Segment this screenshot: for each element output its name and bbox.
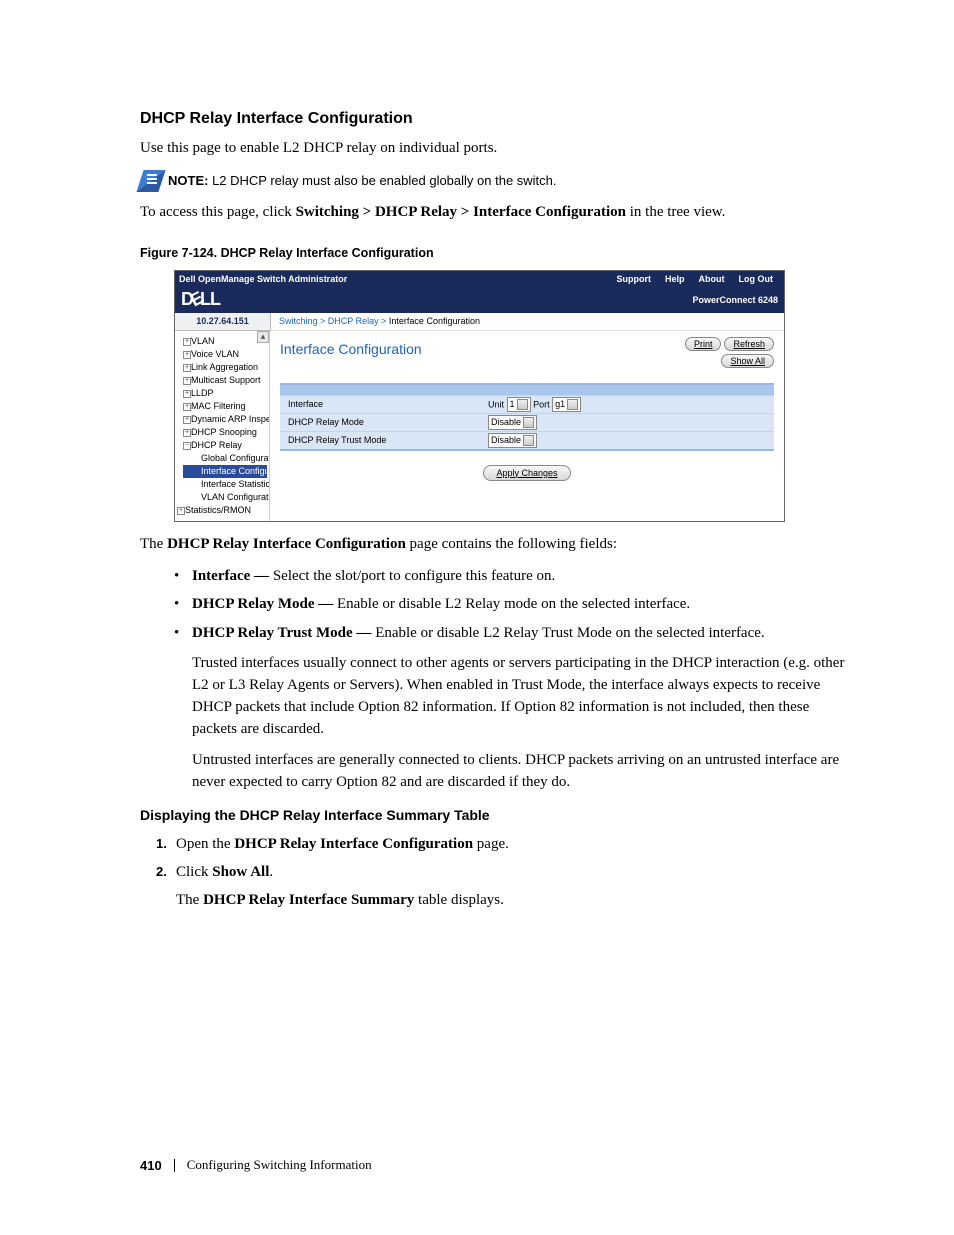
tree-multicast[interactable]: Multicast Support — [183, 374, 267, 387]
figure-caption: Figure 7-124. DHCP Relay Interface Confi… — [140, 246, 849, 260]
fields-intro: The DHCP Relay Interface Configuration p… — [140, 534, 849, 556]
tree-voice-vlan[interactable]: Voice VLAN — [183, 348, 267, 361]
trust-mode-para1: Trusted interfaces usually connect to ot… — [192, 652, 849, 741]
unit-select[interactable]: 1 — [507, 397, 531, 412]
row-interface: Interface Unit 1 Port g1 — [280, 395, 774, 413]
nav-about[interactable]: About — [692, 274, 732, 284]
step-2: Click Show All. — [156, 861, 849, 883]
nav-help[interactable]: Help — [658, 274, 692, 284]
note-block: NOTE: L2 DHCP relay must also be enabled… — [140, 170, 849, 192]
access-instruction: To access this page, click Switching > D… — [140, 202, 849, 224]
config-table: Interface Unit 1 Port g1 DHCP Relay Mode… — [280, 383, 774, 451]
tree-sub-vlan-config[interactable]: VLAN Configurati — [183, 491, 267, 504]
step-2-result: The DHCP Relay Interface Summary table d… — [176, 889, 849, 911]
logo-bar: DELL PowerConnect 6248 — [175, 287, 784, 313]
page-number: 410 — [140, 1158, 162, 1173]
dell-logo: DELL — [181, 289, 220, 310]
shot-titlebar: Dell OpenManage Switch Administrator Sup… — [175, 271, 784, 287]
trust-mode-select[interactable]: Disable — [488, 433, 537, 448]
footer-text: Configuring Switching Information — [187, 1157, 372, 1173]
note-text: NOTE: L2 DHCP relay must also be enabled… — [168, 173, 557, 188]
tree-dyn-arp[interactable]: Dynamic ARP Inspe — [183, 413, 267, 426]
apply-changes-button[interactable]: Apply Changes — [483, 465, 570, 481]
field-interface: Interface — Select the slot/port to conf… — [174, 565, 849, 587]
nav-support[interactable]: Support — [609, 274, 658, 284]
tree-link-agg[interactable]: Link Aggregation — [183, 361, 267, 374]
nav-logout[interactable]: Log Out — [732, 274, 781, 284]
relay-mode-select[interactable]: Disable — [488, 415, 537, 430]
content-pane: Interface Configuration Print Refresh Sh… — [270, 331, 784, 521]
model-label: PowerConnect 6248 — [692, 295, 778, 305]
note-icon — [136, 170, 165, 192]
step-1: Open the DHCP Relay Interface Configurat… — [156, 833, 849, 855]
page-footer: 410 Configuring Switching Information — [140, 1157, 372, 1173]
breadcrumb: Switching > DHCP Relay > Interface Confi… — [271, 313, 784, 331]
tree-sub-interface-config[interactable]: Interface Configu — [183, 465, 267, 478]
tree-vlan[interactable]: VLAN — [183, 335, 267, 348]
tree-lldp[interactable]: LLDP — [183, 387, 267, 400]
section-heading: DHCP Relay Interface Configuration — [140, 110, 849, 128]
steps-list: Open the DHCP Relay Interface Configurat… — [156, 833, 849, 883]
print-button[interactable]: Print — [685, 337, 722, 351]
shot-title: Dell OpenManage Switch Administrator — [179, 274, 354, 284]
nav-tree[interactable]: ▴ VLAN Voice VLAN Link Aggregation Multi… — [175, 331, 270, 521]
field-trust-mode: DHCP Relay Trust Mode — Enable or disabl… — [174, 622, 849, 793]
intro-paragraph: Use this page to enable L2 DHCP relay on… — [140, 138, 849, 160]
tree-sub-interface-stats[interactable]: Interface Statistic — [183, 478, 267, 491]
tree-mac-filter[interactable]: MAC Filtering — [183, 400, 267, 413]
show-all-button[interactable]: Show All — [721, 354, 774, 368]
tree-stats-rmon[interactable]: Statistics/RMON — [177, 504, 267, 517]
tree-dhcp-snoop[interactable]: DHCP Snooping — [183, 426, 267, 439]
field-list: Interface — Select the slot/port to conf… — [174, 565, 849, 793]
subsection-heading: Displaying the DHCP Relay Interface Summ… — [140, 807, 849, 823]
row-trust-mode: DHCP Relay Trust Mode Disable — [280, 431, 774, 449]
tree-dhcp-relay[interactable]: DHCP Relay — [183, 439, 267, 452]
row-relay-mode: DHCP Relay Mode Disable — [280, 413, 774, 431]
ip-address: 10.27.64.151 — [175, 313, 271, 331]
refresh-button[interactable]: Refresh — [724, 337, 774, 351]
trust-mode-para2: Untrusted interfaces are generally conne… — [192, 749, 849, 793]
port-select[interactable]: g1 — [552, 397, 581, 412]
field-relay-mode: DHCP Relay Mode — Enable or disable L2 R… — [174, 593, 849, 615]
screenshot-figure: Dell OpenManage Switch Administrator Sup… — [174, 270, 785, 522]
tree-sub-global[interactable]: Global Configurat — [183, 452, 267, 465]
